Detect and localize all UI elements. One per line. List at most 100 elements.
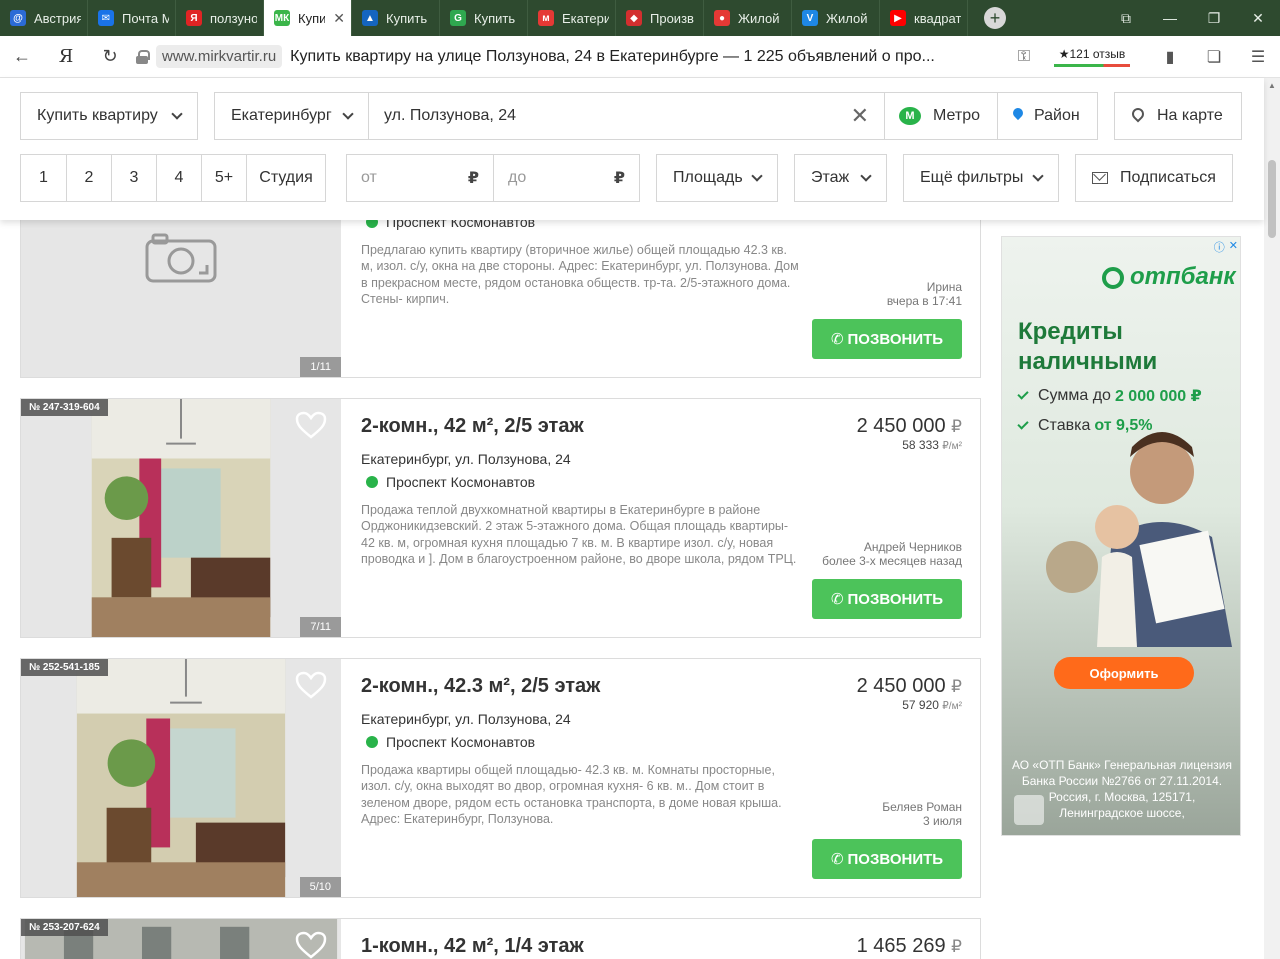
metro-station: Проспект Космонавтов [366, 474, 535, 490]
minimize-icon[interactable]: — [1148, 0, 1192, 36]
favorite-heart-icon[interactable] [295, 931, 327, 959]
map-view-button[interactable]: На карте [1114, 92, 1242, 140]
browser-tab[interactable]: ◆ Произв [616, 0, 704, 36]
listing-card[interactable]: № 247-319-604 7/11 2-комн., 42 м², 2/5 э… [20, 398, 981, 638]
restore-icon[interactable]: ❐ [1192, 0, 1236, 36]
listing-date: более 3-х месяцев назад [822, 554, 962, 568]
more-filters-select[interactable]: Ещё фильтры [903, 154, 1059, 202]
clear-icon[interactable]: ✕ [851, 103, 869, 129]
listing-card[interactable]: № 253-207-624 1-комн., 42 м², 1/4 этаж 1… [20, 918, 981, 959]
rooms-option-2[interactable]: 2 [66, 154, 112, 202]
listing-seller: Беляев Роман 3 июля [882, 800, 962, 828]
tab-label: квадрат [914, 10, 961, 26]
call-button[interactable]: ✆ ПОЗВОНИТЬ [812, 839, 962, 879]
price-to-placeholder: до [508, 169, 527, 186]
call-button[interactable]: ✆ ПОЗВОНИТЬ [812, 319, 962, 359]
district-filter-button[interactable]: Район [997, 92, 1098, 140]
new-tab-button[interactable]: + [984, 7, 1006, 29]
price-per-m2: 58 333 ₽/м² [902, 438, 962, 452]
listing-description: Продажа квартиры общей площадью- 42.3 кв… [361, 763, 782, 826]
bank-advertisement[interactable]: ⓘ ✕ отпбанк Кредиты наличными Сумма до 2… [1001, 236, 1241, 836]
favorite-heart-icon[interactable] [295, 411, 327, 439]
diamond-icon: ◆ [626, 10, 642, 26]
rooms-option-6[interactable]: Студия [246, 154, 326, 202]
collections-icon[interactable]: ❏ [1192, 36, 1236, 78]
ad-close-icon[interactable]: ✕ [1229, 239, 1238, 255]
metro-station-name: Проспект Космонавтов [386, 474, 536, 490]
floor-filter-select[interactable]: Этаж [794, 154, 887, 202]
listing-seller: Андрей Черников более 3-х месяцев назад [822, 540, 962, 568]
rooms-option-4[interactable]: 4 [156, 154, 202, 202]
reload-icon[interactable]: ↻ [88, 36, 132, 78]
rooms-option-5[interactable]: 5+ [201, 154, 247, 202]
price-to-input[interactable]: до ₽ [493, 154, 640, 202]
tab-list: @ Австрия ✉ Почта М Яползуно МК Купи ✕ ▲ Купить G К… [0, 0, 968, 36]
listing-title[interactable]: 1-комн., 42 м², 1/4 этаж [361, 935, 584, 958]
browser-tab[interactable]: V Жилой [792, 0, 880, 36]
reviews-badge[interactable]: ★121 отзыв [1046, 43, 1138, 71]
page-title: Купить квартиру на улице Ползунова, 24 в… [290, 47, 935, 65]
at-icon: @ [10, 10, 26, 26]
subscribe-label: Подписаться [1120, 169, 1216, 186]
page-scrollbar[interactable]: ▲ [1264, 78, 1280, 959]
more-filters-label: Ещё фильтры [920, 169, 1024, 186]
per-m2-unit: ₽/м² [942, 441, 962, 452]
back-icon[interactable]: ← [0, 36, 44, 78]
listing-photo[interactable]: № 252-541-185 5/10 [21, 659, 341, 897]
browser-tab[interactable]: ▲ Купить [352, 0, 440, 36]
browser-tab-strip: @ Австрия ✉ Почта М Яползуно МК Купи ✕ ▲ Купить G К… [0, 0, 1280, 36]
protect-icon[interactable]: ⚿ [1002, 36, 1046, 78]
ad-bullet-text: Сумма до [1038, 387, 1111, 404]
menu-icon[interactable]: ☰ [1236, 36, 1280, 78]
listing-title[interactable]: 2-комн., 42.3 м², 2/5 этаж [361, 675, 600, 698]
browser-tab[interactable]: Яползуно [176, 0, 264, 36]
camera-placeholder-icon [145, 233, 217, 283]
price-from-input[interactable]: от ₽ [346, 154, 494, 202]
listing-photo[interactable]: № 247-319-604 7/11 [21, 399, 341, 637]
price-per-m2: 57 920 ₽/м² [902, 698, 962, 712]
tabs-overview-icon[interactable]: ⧉ [1104, 0, 1148, 36]
browser-tab[interactable]: @ Австрия [0, 0, 88, 36]
photo-counter: 1/11 [300, 357, 341, 377]
listing-title[interactable]: 2-комн., 42 м², 2/5 этаж [361, 415, 584, 438]
window-controls: ⧉ — ❐ ✕ [1104, 0, 1280, 36]
rooms-option-1[interactable]: 1 [20, 154, 67, 202]
scrollbar-thumb[interactable] [1268, 160, 1276, 238]
browser-tab[interactable]: МК Купи ✕ [264, 0, 352, 36]
browser-tab[interactable]: ▶ квадрат [880, 0, 968, 36]
close-tab-icon[interactable]: ✕ [333, 10, 345, 27]
ad-bookmark-icon[interactable] [1014, 795, 1044, 825]
yandex-logo-icon[interactable]: Я [44, 36, 88, 78]
scroll-up-icon[interactable]: ▲ [1264, 78, 1280, 94]
close-window-icon[interactable]: ✕ [1236, 0, 1280, 36]
browser-tab[interactable]: м Екатери [528, 0, 616, 36]
favorite-heart-icon[interactable] [295, 671, 327, 699]
subscribe-button[interactable]: Подписаться [1075, 154, 1233, 202]
ad-headline: Кредиты наличными [1018, 317, 1157, 377]
deal-type-select[interactable]: Купить квартиру [20, 92, 198, 140]
bookmark-icon[interactable]: ▮ [1148, 36, 1192, 78]
city-select[interactable]: Екатеринбург [214, 92, 369, 140]
area-filter-select[interactable]: Площадь [656, 154, 778, 202]
url-field[interactable]: www.mirkvartir.ru Купить квартиру на ули… [136, 45, 940, 68]
call-button[interactable]: ✆ ПОЗВОНИТЬ [812, 579, 962, 619]
check-icon [1017, 418, 1029, 430]
chevron-down-icon [1032, 170, 1044, 182]
rooms-option-3[interactable]: 3 [111, 154, 157, 202]
browser-tab[interactable]: ● Жилой [704, 0, 792, 36]
ad-brand: отпбанк [1130, 263, 1236, 290]
listing-address: Екатеринбург, ул. Ползунова, 24 [361, 451, 571, 467]
metro-filter-button[interactable]: M Метро [884, 92, 998, 140]
listing-photo[interactable]: № 253-207-624 [21, 919, 341, 959]
youtube-icon: ▶ [890, 10, 906, 26]
ad-info-icon[interactable]: ⓘ [1214, 239, 1225, 255]
price-per-m2-value: 57 920 [902, 698, 939, 712]
address-search-input[interactable]: ул. Ползунова, 24 ✕ [368, 92, 885, 140]
browser-tab[interactable]: G Купить [440, 0, 528, 36]
browser-tab[interactable]: ✉ Почта М [88, 0, 176, 36]
apply-button[interactable]: Оформить [1054, 657, 1194, 689]
photo-counter: 7/11 [300, 617, 341, 637]
listing-id-tag: № 247-319-604 [21, 399, 108, 416]
listing-card[interactable]: № 252-541-185 5/10 2-комн., 42.3 м², 2/5… [20, 658, 981, 898]
tab-label: Екатери [562, 10, 609, 26]
